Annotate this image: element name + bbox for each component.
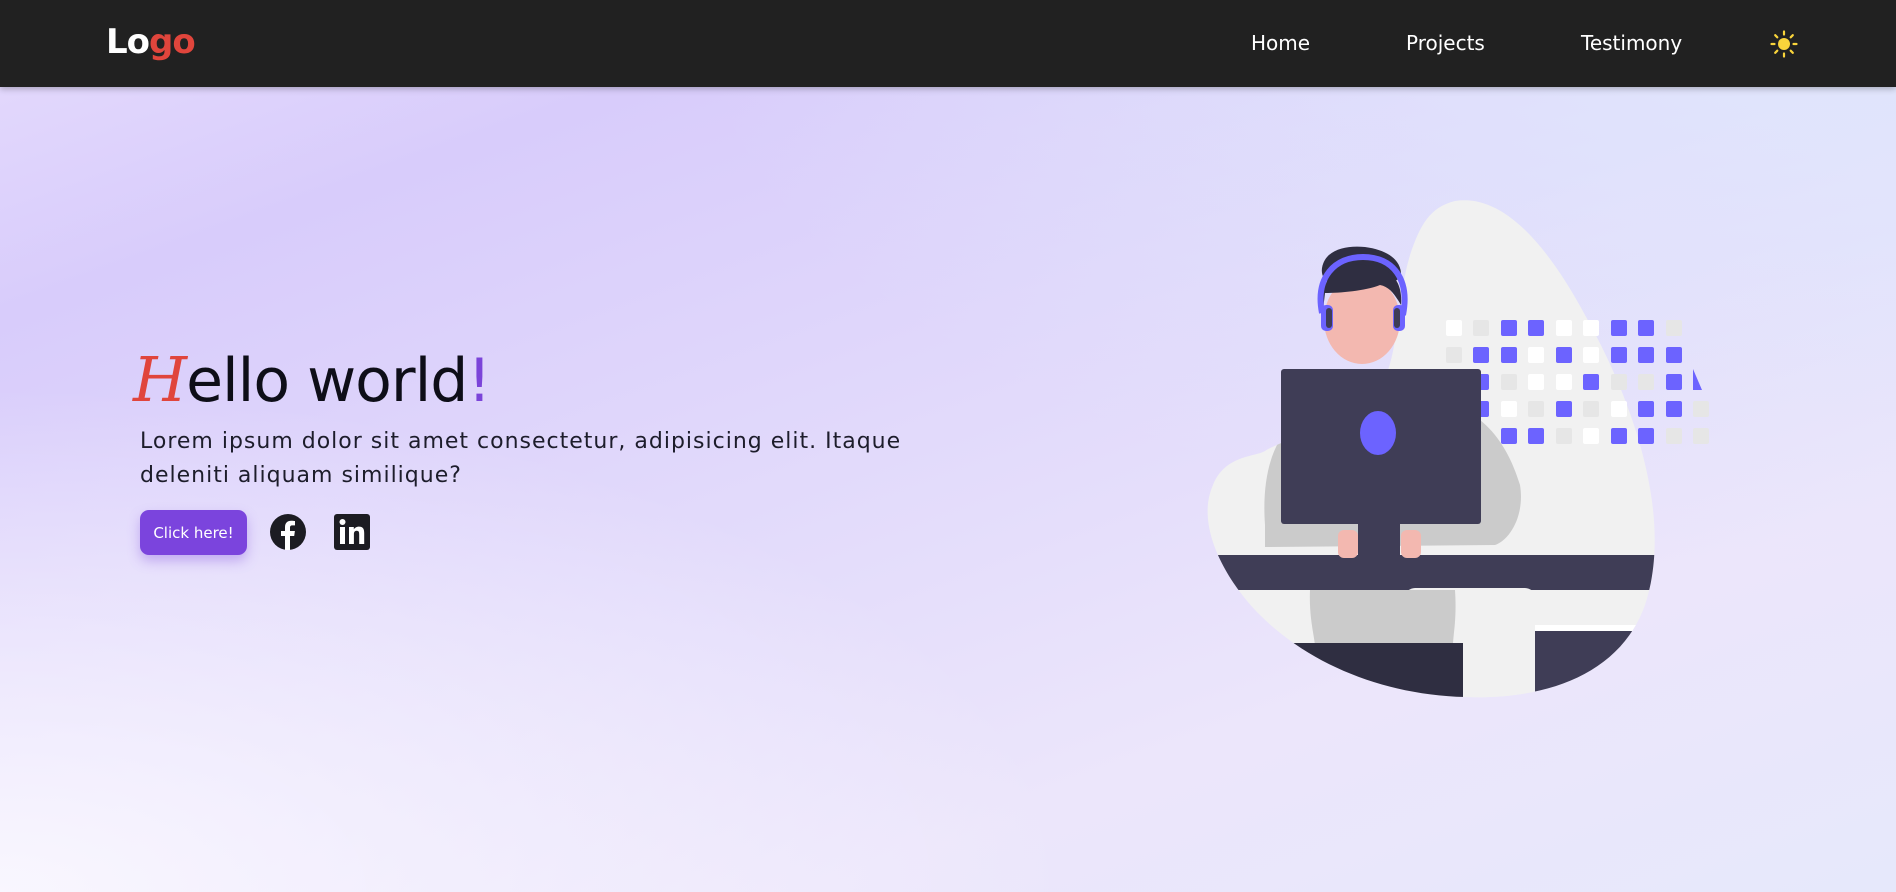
hero-title-text: ello world — [186, 346, 468, 416]
hero-description: Lorem ipsum dolor sit amet consectetur, … — [140, 429, 902, 488]
hero-title-initial: H — [133, 343, 187, 416]
logo-part-2: go — [149, 22, 196, 62]
facebook-icon[interactable] — [269, 513, 307, 551]
cta-button[interactable]: Click here! — [140, 510, 247, 555]
hero-title-punct: ! — [467, 346, 491, 416]
hero-title: Hello world! — [133, 340, 491, 421]
developer-at-computer-illustration — [1205, 195, 1725, 705]
logo[interactable]: Logo — [106, 18, 196, 66]
nav-link-projects[interactable]: Projects — [1406, 29, 1485, 57]
sun-icon[interactable] — [1770, 30, 1798, 58]
navbar: Logo Home Projects Testimony — [0, 0, 1896, 87]
linkedin-icon[interactable] — [333, 513, 371, 551]
nav-link-home[interactable]: Home — [1251, 29, 1310, 57]
logo-part-1: Lo — [106, 22, 150, 62]
nav-link-testimony[interactable]: Testimony — [1581, 29, 1682, 57]
